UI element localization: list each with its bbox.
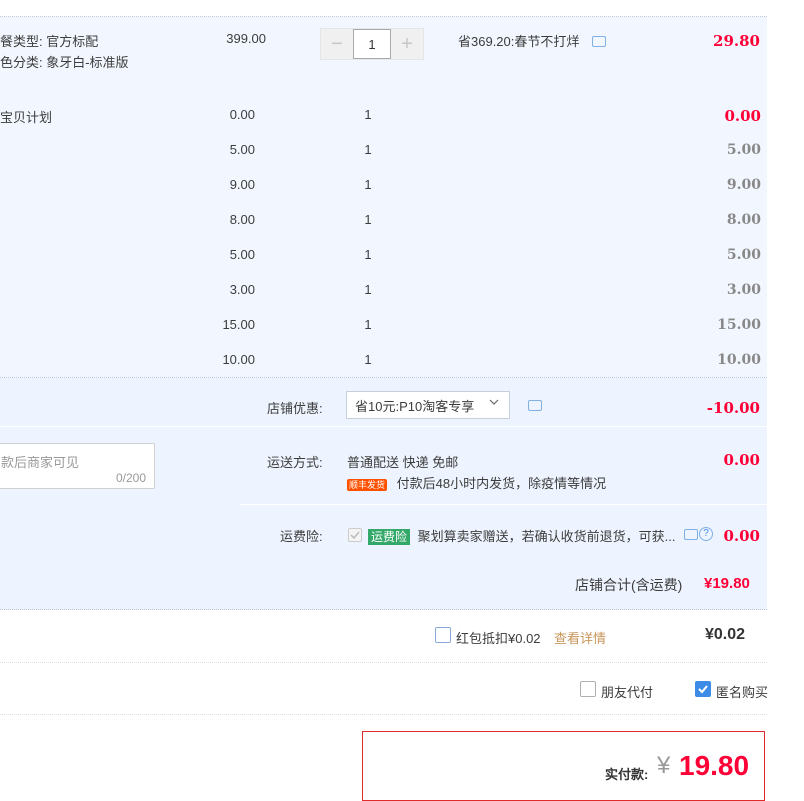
plan-row-subtotal: 5.00 — [726, 142, 761, 158]
plan-row-subtotal: 8.00 — [726, 212, 761, 228]
plan-row-qty: 1 — [364, 317, 372, 332]
insurance-checkbox[interactable] — [348, 528, 362, 542]
quantity-stepper[interactable]: − 1 + — [320, 28, 424, 60]
insurance-badge: 运费险 — [368, 529, 411, 545]
plan-row-subtotal: 15.00 — [717, 317, 761, 333]
increase-button[interactable]: + — [391, 29, 423, 59]
plan-row-qty: 1 — [364, 282, 372, 297]
plan-row-subtotal: 10.00 — [717, 352, 761, 368]
plan-label: 宝贝计划 — [0, 110, 53, 125]
item-promo: 省369.20:春节不打烊 — [458, 34, 580, 49]
item-attr-package: 餐类型: 官方标配 — [0, 34, 99, 49]
plan-row-price: 3.00 — [229, 282, 255, 297]
plan-row-qty: 1 — [364, 352, 372, 367]
redpacket-label: 红包抵扣¥0.02 — [456, 631, 541, 646]
plan-row-price: 5.00 — [229, 142, 255, 157]
anonymous-checkbox[interactable] — [695, 681, 711, 697]
item-attr-color: 色分类: 象牙白-标准版 — [0, 55, 129, 70]
message-icon[interactable] — [528, 400, 542, 411]
chevron-down-icon — [489, 399, 499, 405]
message-field[interactable]: 款后商家可见 0/200 — [0, 443, 155, 489]
plan-row-qty: 1 — [364, 212, 372, 227]
discount-select-value: 省10元:P10淘客专享 — [355, 398, 475, 414]
row-separator — [0, 426, 240, 427]
plan-row-qty: 1 — [364, 247, 372, 262]
plan-row-subtotal: 3.00 — [726, 282, 761, 298]
plan-row-price: 0.00 — [229, 107, 255, 122]
plan-row-subtotal: 5.00 — [726, 247, 761, 263]
plan-row-price: 8.00 — [229, 212, 255, 227]
currency-symbol: ¥ — [657, 752, 671, 779]
insurance-text: 聚划算卖家赠送，若确认收货前退货，可获... — [417, 529, 676, 544]
shipping-value: 普通配送 快递 免邮 — [347, 455, 459, 470]
item-price: 399.00 — [226, 31, 266, 46]
insurance-amount: 0.00 — [723, 527, 760, 545]
message-count: 0/200 — [115, 471, 146, 485]
discount-amount: -10.00 — [706, 399, 760, 417]
shipping-label: 运送方式: — [267, 455, 323, 470]
redpacket-amount: ¥0.02 — [705, 626, 746, 643]
discount-select[interactable]: 省10元:P10淘客专享 — [346, 391, 510, 419]
sf-badge: 顺丰发货 — [347, 479, 388, 491]
shop-total-amount: ¥19.80 — [704, 575, 750, 592]
plan-row-price: 9.00 — [229, 177, 255, 192]
quantity-input[interactable]: 1 — [353, 29, 391, 59]
plan-row-qty: 1 — [364, 107, 372, 122]
friend-pay-label: 朋友代付 — [601, 685, 654, 700]
divider — [0, 714, 767, 715]
shipping-note: 付款后48小时内发货，除疫情等情况 — [396, 476, 607, 491]
check-icon — [350, 531, 360, 540]
plan-row-price: 15.00 — [222, 317, 255, 332]
message-placeholder: 款后商家可见 — [1, 455, 80, 470]
plan-row-price: 10.00 — [222, 352, 255, 367]
row-separator — [240, 504, 767, 505]
item-subtotal: 29.80 — [713, 32, 760, 50]
decrease-button[interactable]: − — [321, 29, 353, 59]
plan-row-subtotal: 0.00 — [724, 107, 761, 125]
plan-row-qty: 1 — [364, 142, 372, 157]
payment-amount: 19.80 — [679, 750, 750, 781]
discount-label: 店铺优惠: — [267, 401, 323, 416]
plan-row-price: 5.00 — [229, 247, 255, 262]
payment-box: 实付款: ¥ 19.80 — [362, 731, 765, 801]
redpacket-details-link[interactable]: 查看详情 — [554, 628, 606, 647]
payment-label: 实付款: — [605, 767, 649, 782]
shipping-note-row: 顺丰发货 付款后48小时内发货，除疫情等情况 — [347, 473, 606, 492]
message-icon[interactable] — [592, 36, 606, 47]
shipping-amount: 0.00 — [723, 451, 760, 469]
divider — [0, 662, 767, 663]
plan-row-subtotal: 9.00 — [726, 177, 761, 193]
friend-pay-checkbox[interactable] — [580, 681, 596, 697]
shop-total-label: 店铺合计(含运费) — [575, 577, 683, 593]
insurance-label: 运费险: — [280, 529, 323, 544]
check-icon — [698, 685, 708, 694]
insurance-row: 运费险 聚划算卖家赠送，若确认收货前退货，可获... — [368, 526, 675, 545]
plan-row-qty: 1 — [364, 177, 372, 192]
anonymous-label: 匿名购买 — [716, 685, 769, 700]
redpacket-checkbox[interactable] — [435, 627, 451, 643]
